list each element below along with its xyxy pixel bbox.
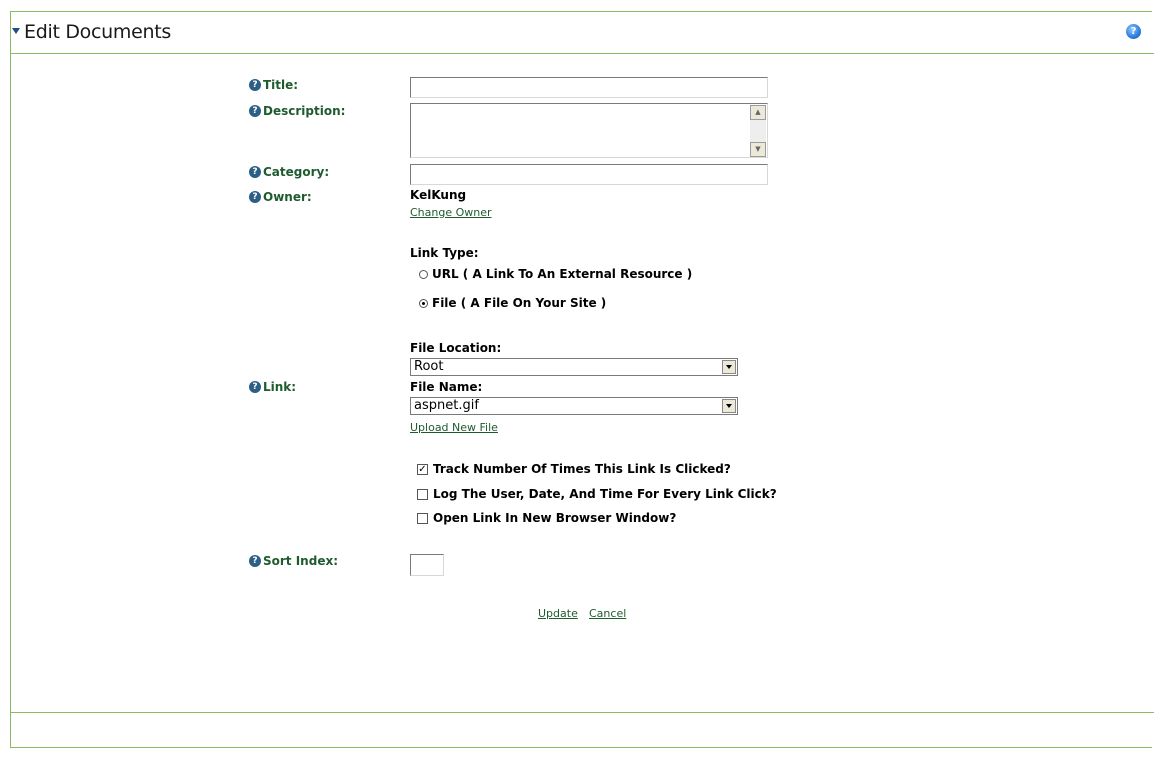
title-input[interactable] [410,77,768,98]
file-name-value: aspnet.gif [414,398,479,413]
sort-index-label-row: ? Sort Index: [249,554,338,568]
cancel-link[interactable]: Cancel [589,607,626,620]
sort-index-label: Sort Index: [263,554,338,568]
log-user-option[interactable]: Log The User, Date, And Time For Every L… [417,487,777,501]
link-type-file-option[interactable]: File ( A File On Your Site ) [419,296,606,310]
file-name-select[interactable]: aspnet.gif [410,397,738,415]
owner-name: KelKung [410,188,467,202]
url-radio[interactable] [419,269,428,279]
update-link[interactable]: Update [538,607,578,620]
help-question-icon[interactable]: ? [249,191,261,203]
title-label: Title: [263,78,299,92]
link-label-row: ? Link: [249,380,296,394]
upload-new-file-link[interactable]: Upload New File [410,421,498,434]
help-question-icon[interactable]: ? [249,166,261,178]
dropdown-arrow-icon[interactable] [722,399,736,413]
new-window-label: Open Link In New Browser Window? [433,511,677,525]
description-textarea[interactable]: ▲ ▼ [410,103,768,158]
category-input[interactable] [410,164,768,185]
help-question-icon[interactable]: ? [249,555,261,567]
dropdown-arrow-icon[interactable] [722,360,736,374]
description-label: Description: [263,104,346,118]
module-title: Edit Documents [24,21,171,43]
collapse-arrow-icon[interactable] [12,28,20,34]
track-clicks-checkbox[interactable]: ✓ [417,463,428,475]
file-location-value: Root [414,359,444,374]
sort-index-input[interactable] [410,554,444,576]
change-owner-link[interactable]: Change Owner [410,206,492,219]
file-radio[interactable] [419,298,428,308]
link-type-url-option[interactable]: URL ( A Link To An External Resource ) [419,267,692,281]
new-window-option[interactable]: Open Link In New Browser Window? [417,511,676,525]
category-label-row: ? Category: [249,165,329,179]
log-user-checkbox[interactable] [417,488,428,500]
url-radio-label: URL ( A Link To An External Resource ) [432,267,693,281]
track-clicks-label: Track Number Of Times This Link Is Click… [433,462,731,476]
help-question-icon[interactable]: ? [249,105,261,117]
file-location-select[interactable]: Root [410,358,738,376]
description-label-row: ? Description: [249,104,345,118]
link-type-label: Link Type: [410,246,479,260]
scroll-down-icon[interactable]: ▼ [750,142,766,157]
new-window-checkbox[interactable] [417,512,428,524]
file-location-label: File Location: [410,341,502,355]
track-clicks-option[interactable]: ✓ Track Number Of Times This Link Is Cli… [417,462,731,476]
footer-divider [10,712,1154,713]
help-question-icon[interactable]: ? [249,79,261,91]
help-icon[interactable]: ? [1126,24,1141,39]
header-divider [10,53,1154,54]
title-label-row: ? Title: [249,78,298,92]
textarea-scrollbar[interactable]: ▲ ▼ [750,105,766,157]
file-name-label: File Name: [410,380,483,394]
link-label: Link: [263,380,297,394]
log-user-label: Log The User, Date, And Time For Every L… [433,487,777,501]
owner-label-row: ? Owner: [249,190,312,204]
help-question-icon[interactable]: ? [249,381,261,393]
scroll-up-icon[interactable]: ▲ [750,105,766,120]
owner-label: Owner: [263,190,312,204]
file-radio-label: File ( A File On Your Site ) [432,296,607,310]
category-label: Category: [263,165,330,179]
